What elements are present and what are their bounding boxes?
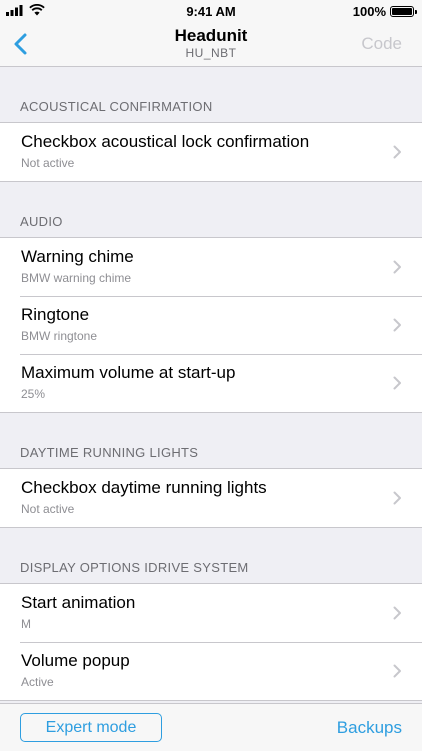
battery-percent: 100% xyxy=(352,4,386,19)
chevron-right-icon xyxy=(393,260,401,274)
row-warning-chime[interactable]: Warning chime BMW warning chime xyxy=(0,238,422,296)
section-header-daytime-running-lights: DAYTIME RUNNING LIGHTS xyxy=(20,445,199,460)
row-maximum-volume[interactable]: Maximum volume at start-up 25% xyxy=(0,354,422,412)
row-title: Volume popup xyxy=(21,651,130,670)
chevron-right-icon xyxy=(393,664,401,678)
row-title: Maximum volume at start-up xyxy=(21,363,236,382)
row-value: BMW ringtone xyxy=(21,329,98,343)
section-group-acoustical-confirmation: Checkbox acoustical lock confirmation No… xyxy=(0,122,422,182)
bottom-toolbar: Expert mode Backups xyxy=(0,703,422,751)
row-value: M xyxy=(21,617,31,631)
row-start-animation[interactable]: Start animation M xyxy=(0,584,422,642)
row-ringtone[interactable]: Ringtone BMW ringtone xyxy=(0,296,422,354)
section-group-daytime-running-lights: Checkbox daytime running lights Not acti… xyxy=(0,468,422,528)
page-subtitle: HU_NBT xyxy=(185,46,237,60)
section-group-audio: Warning chime BMW warning chime Ringtone… xyxy=(0,237,422,413)
row-checkbox-acoustical-lock-confirmation[interactable]: Checkbox acoustical lock confirmation No… xyxy=(0,123,422,181)
row-title: Warning chime xyxy=(21,247,134,266)
row-checkbox-daytime-running-lights[interactable]: Checkbox daytime running lights Not acti… xyxy=(0,469,422,527)
chevron-right-icon xyxy=(393,376,401,390)
chevron-right-icon xyxy=(393,145,401,159)
row-value: Active xyxy=(21,675,54,689)
code-button[interactable]: Code xyxy=(361,34,402,54)
row-title: Ringtone xyxy=(21,305,90,324)
section-group-display-options: Start animation M Volume popup Active xyxy=(0,583,422,701)
section-header-acoustical-confirmation: ACOUSTICAL CONFIRMATION xyxy=(20,99,213,114)
row-title: Checkbox daytime running lights xyxy=(21,478,267,497)
backups-button[interactable]: Backups xyxy=(337,718,402,738)
chevron-right-icon xyxy=(393,606,401,620)
page-title: Headunit xyxy=(174,26,248,45)
battery-icon xyxy=(390,6,417,17)
row-value: Not active xyxy=(21,502,75,516)
navigation-bar: Headunit HU_NBT Code xyxy=(0,22,422,67)
row-value: BMW warning chime xyxy=(21,271,132,285)
settings-list: ACOUSTICAL CONFIRMATION Checkbox acousti… xyxy=(0,67,422,703)
row-title: Checkbox acoustical lock confirmation xyxy=(21,132,310,151)
row-volume-popup[interactable]: Volume popup Active xyxy=(0,642,422,700)
row-value: Not active xyxy=(21,156,75,170)
section-header-audio: AUDIO xyxy=(20,214,63,229)
expert-mode-button[interactable]: Expert mode xyxy=(20,713,162,742)
row-value: 25% xyxy=(21,387,46,401)
chevron-right-icon xyxy=(393,491,401,505)
row-title: Start animation xyxy=(21,593,136,612)
status-right: 100% xyxy=(352,4,417,19)
chevron-right-icon xyxy=(393,318,401,332)
status-bar: 9:41 AM 100% xyxy=(0,0,422,22)
section-header-display-options: DISPLAY OPTIONS IDRIVE SYSTEM xyxy=(20,560,249,575)
